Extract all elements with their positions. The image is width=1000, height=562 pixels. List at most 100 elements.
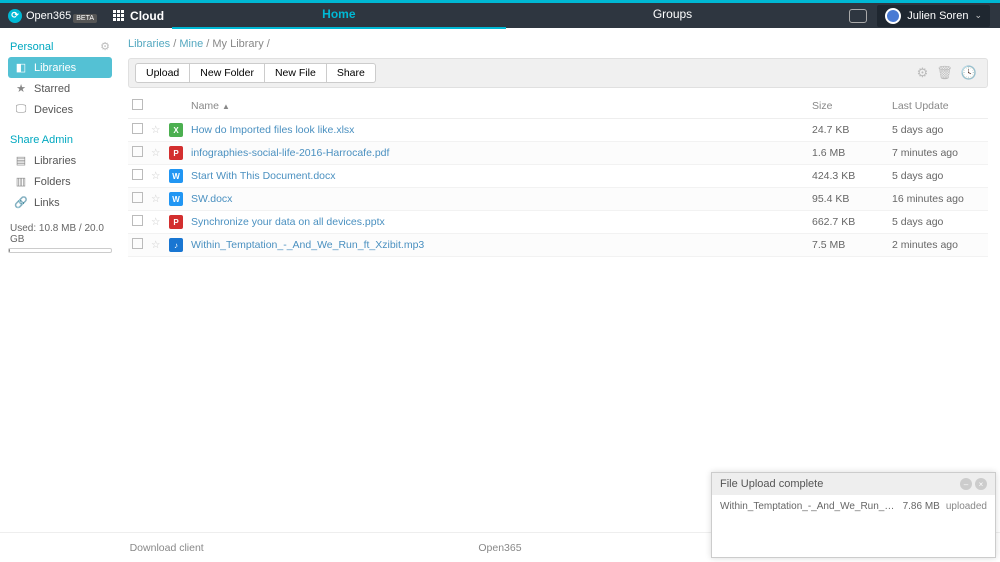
star-icon[interactable]: ☆: [151, 193, 160, 205]
star-icon[interactable]: ☆: [151, 239, 160, 251]
col-name[interactable]: Name ▲: [187, 94, 808, 119]
storage-used-label: Used: 10.8 MB / 20.0 GB: [8, 223, 112, 245]
sidebar-item-label: Devices: [34, 104, 73, 116]
brand-logo[interactable]: ⟳ Open365 BETA: [0, 8, 105, 23]
table-row[interactable]: ☆XHow do Imported files look like.xlsx24…: [128, 119, 988, 142]
file-type-icon: W: [169, 192, 183, 206]
sidebar-heading-personal: Personal ⚙: [8, 36, 112, 57]
chevron-down-icon: ⌄: [974, 10, 982, 21]
sidebar-heading-shareadmin: Share Admin: [8, 130, 112, 150]
sidebar-item-devices[interactable]: 🖵 Devices: [8, 99, 112, 120]
file-updated: 7 minutes ago: [888, 142, 988, 165]
sidebar-item-label: Links: [34, 197, 60, 209]
upload-row: Within_Temptation_-_And_We_Run_ft_X... 7…: [720, 501, 987, 512]
file-updated: 16 minutes ago: [888, 188, 988, 211]
upload-panel: File Upload complete – × Within_Temptati…: [711, 472, 996, 558]
close-icon[interactable]: ×: [975, 478, 987, 490]
sidebar-icon: ★: [14, 82, 28, 95]
file-updated: 5 days ago: [888, 119, 988, 142]
file-link[interactable]: Synchronize your data on all devices.ppt…: [191, 216, 385, 228]
upload-panel-title: File Upload complete: [720, 478, 957, 490]
file-size: 95.4 KB: [808, 188, 888, 211]
sidebar-item-starred[interactable]: ★ Starred: [8, 78, 112, 99]
star-icon[interactable]: ☆: [151, 124, 160, 136]
sidebar-item-libraries[interactable]: ▤Libraries: [8, 150, 112, 171]
settings-icon[interactable]: ⚙: [913, 65, 933, 81]
upload-size: 7.86 MB: [903, 501, 940, 512]
top-nav: Home Groups: [172, 2, 839, 29]
app-switcher[interactable]: Cloud: [105, 9, 172, 23]
table-row[interactable]: ☆ Pinfographies-social-life-2016-Harrocaf…: [128, 142, 988, 165]
row-checkbox[interactable]: [132, 215, 143, 226]
table-row[interactable]: ☆ W SW.docx 95.4 KB16 minutes ago: [128, 188, 988, 211]
table-row[interactable]: ☆ P Synchronize your data on all devices.p…: [128, 211, 988, 234]
footer-download[interactable]: Download client: [0, 542, 333, 554]
file-type-icon: P: [169, 146, 183, 160]
row-checkbox[interactable]: [132, 169, 143, 180]
sidebar-icon: ◧: [14, 61, 28, 74]
star-icon[interactable]: ☆: [151, 170, 160, 182]
sidebar-item-label: Starred: [34, 83, 70, 95]
minimize-icon[interactable]: –: [960, 478, 972, 490]
sidebar-icon: 🖵: [14, 103, 28, 116]
file-table: Name ▲ Size Last Update ☆XHow do Importe…: [128, 94, 988, 257]
file-type-icon: W: [169, 169, 183, 183]
file-size: 1.6 MB: [808, 142, 888, 165]
row-checkbox[interactable]: [132, 146, 143, 157]
sidebar-item-links[interactable]: 🔗 Links: [8, 192, 112, 213]
sidebar-icon: ▥: [14, 175, 28, 188]
logo-icon: ⟳: [8, 9, 22, 23]
footer-brand[interactable]: Open365: [333, 542, 666, 554]
row-checkbox[interactable]: [132, 238, 143, 249]
sidebar-item-label: Libraries: [34, 155, 76, 167]
col-size[interactable]: Size: [808, 94, 888, 119]
star-icon[interactable]: ☆: [151, 216, 160, 228]
file-type-icon: ♪: [169, 238, 183, 252]
table-row[interactable]: ☆WStart With This Document.docx424.3 KB5…: [128, 165, 988, 188]
avatar: [885, 8, 901, 24]
topbar: ⟳ Open365 BETA Cloud Home Groups Julien …: [0, 0, 1000, 28]
file-link[interactable]: How do Imported files look like.xlsx: [191, 124, 354, 136]
crumb-mine[interactable]: Mine: [179, 38, 203, 50]
nav-home[interactable]: Home: [172, 2, 506, 29]
new-folder-button[interactable]: New Folder: [190, 63, 265, 83]
sidebar-item-label: Libraries: [34, 62, 76, 74]
new-file-button[interactable]: New File: [265, 63, 327, 83]
row-checkbox[interactable]: [132, 192, 143, 203]
table-row[interactable]: ☆ ♪ Within_Temptation_-_And_We_Run_ft_Xzib…: [128, 234, 988, 257]
sidebar-item-label: Folders: [34, 176, 71, 188]
file-link[interactable]: Start With This Document.docx: [191, 170, 336, 182]
file-updated: 5 days ago: [888, 165, 988, 188]
file-size: 662.7 KB: [808, 211, 888, 234]
file-size: 24.7 KB: [808, 119, 888, 142]
col-update[interactable]: Last Update: [888, 94, 988, 119]
file-link[interactable]: SW.docx: [191, 193, 232, 205]
upload-status: uploaded: [946, 501, 987, 512]
file-link[interactable]: Within_Temptation_-_And_We_Run_ft_Xzibit…: [191, 239, 424, 251]
toolbar: Upload New Folder New File Share ⚙ 🗑 🕓: [128, 58, 988, 88]
nav-groups[interactable]: Groups: [506, 2, 840, 29]
user-menu[interactable]: Julien Soren ⌄: [877, 5, 990, 27]
sidebar-item-libraries[interactable]: ◧ Libraries: [8, 57, 112, 78]
breadcrumb: Libraries / Mine / My Library /: [128, 34, 988, 54]
chat-icon[interactable]: [849, 9, 867, 23]
storage-bar: [8, 248, 112, 253]
grid-icon: [113, 10, 124, 21]
trash-icon[interactable]: 🗑: [932, 65, 957, 81]
sidebar-icon: 🔗: [14, 196, 28, 209]
share-button[interactable]: Share: [327, 63, 376, 83]
file-link[interactable]: infographies-social-life-2016-Harrocafe.…: [191, 147, 389, 159]
sidebar: Personal ⚙ ◧ Libraries ★ Starred 🖵 Devices Sh…: [0, 28, 120, 532]
crumb-current: My Library: [212, 38, 263, 50]
sidebar-item-folders[interactable]: ▥ Folders: [8, 171, 112, 192]
history-icon[interactable]: 🕓: [957, 65, 981, 81]
star-icon[interactable]: ☆: [151, 147, 160, 159]
row-checkbox[interactable]: [132, 123, 143, 134]
crumb-libraries[interactable]: Libraries: [128, 38, 170, 50]
select-all-checkbox[interactable]: [132, 99, 143, 110]
gear-icon[interactable]: ⚙: [100, 40, 110, 53]
upload-filename: Within_Temptation_-_And_We_Run_ft_X...: [720, 501, 897, 512]
file-type-icon: P: [169, 215, 183, 229]
sort-asc-icon: ▲: [222, 102, 230, 111]
upload-button[interactable]: Upload: [135, 63, 190, 83]
